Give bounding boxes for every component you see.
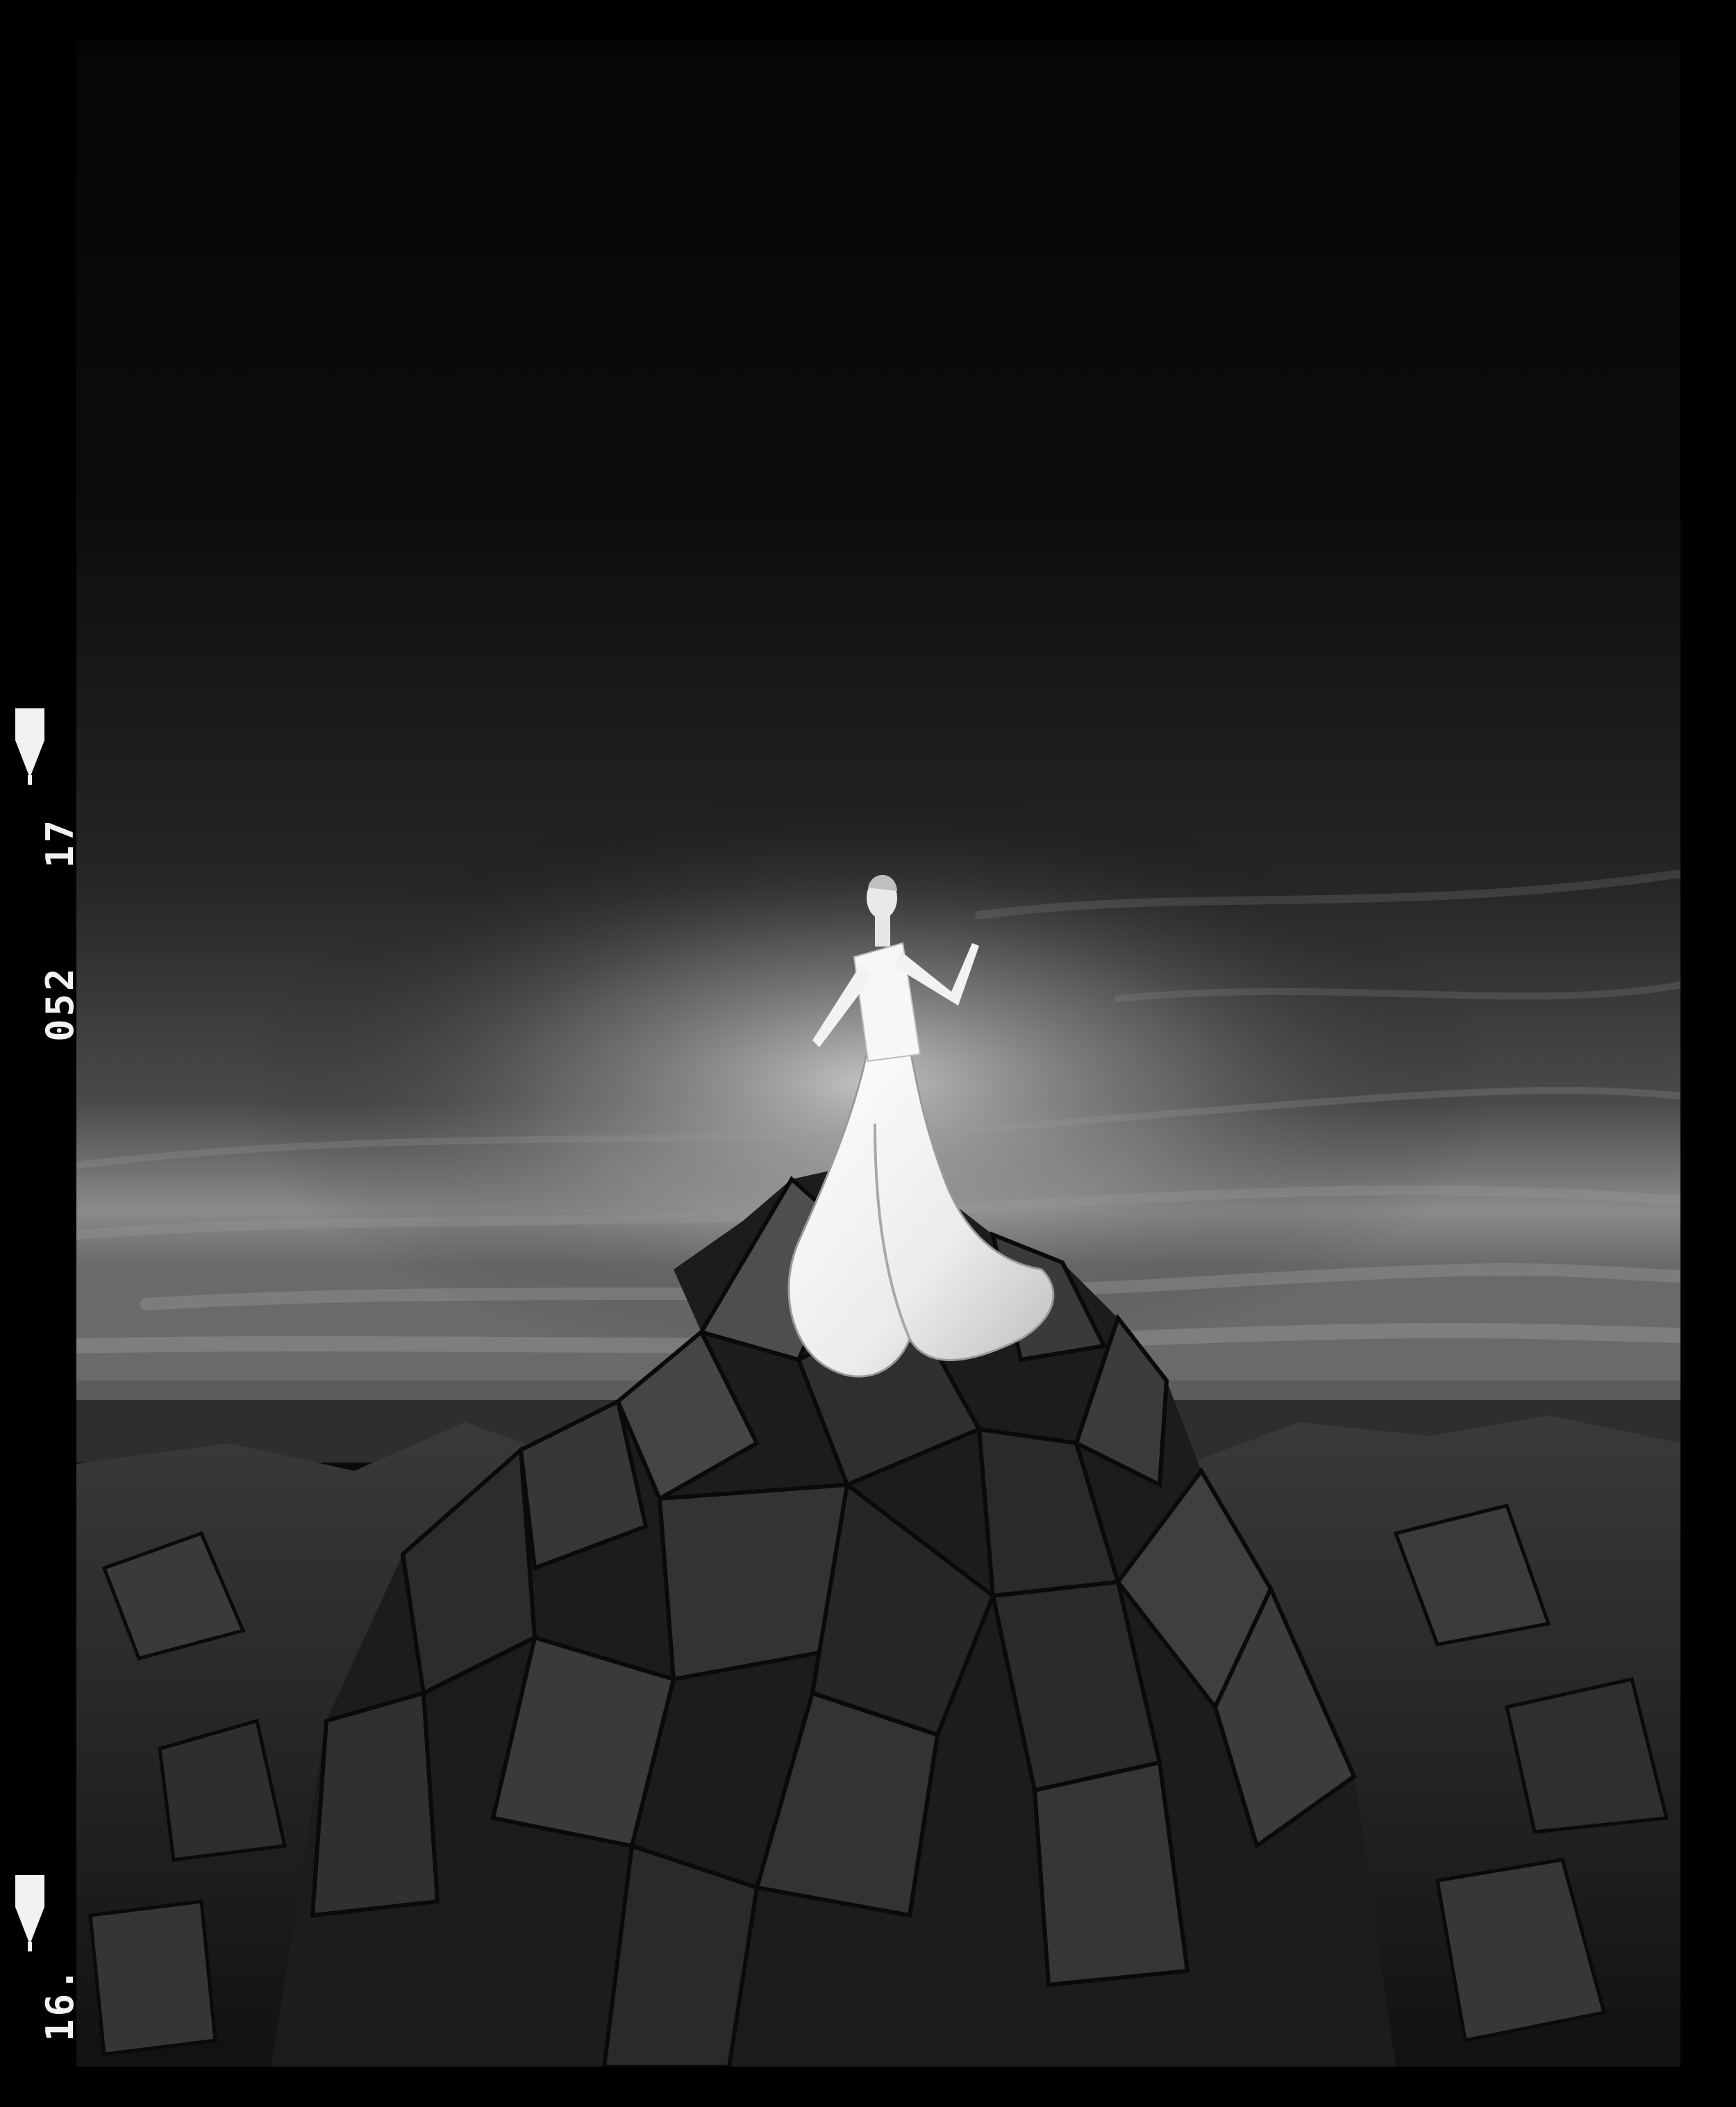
frame-number-lower: 16. bbox=[38, 1965, 82, 2042]
photograph bbox=[76, 40, 1680, 2067]
film-frame: 17 052 16. bbox=[0, 0, 1736, 2107]
frame-number-upper: 17 bbox=[38, 817, 82, 868]
frame-arrow-lower-icon bbox=[15, 1875, 44, 1951]
scene-illustration bbox=[76, 40, 1680, 2067]
film-edge-markings: 17 052 16. bbox=[0, 0, 82, 2107]
frame-arrow-upper-icon bbox=[15, 708, 44, 785]
film-stock-code: 052 bbox=[38, 965, 82, 1042]
